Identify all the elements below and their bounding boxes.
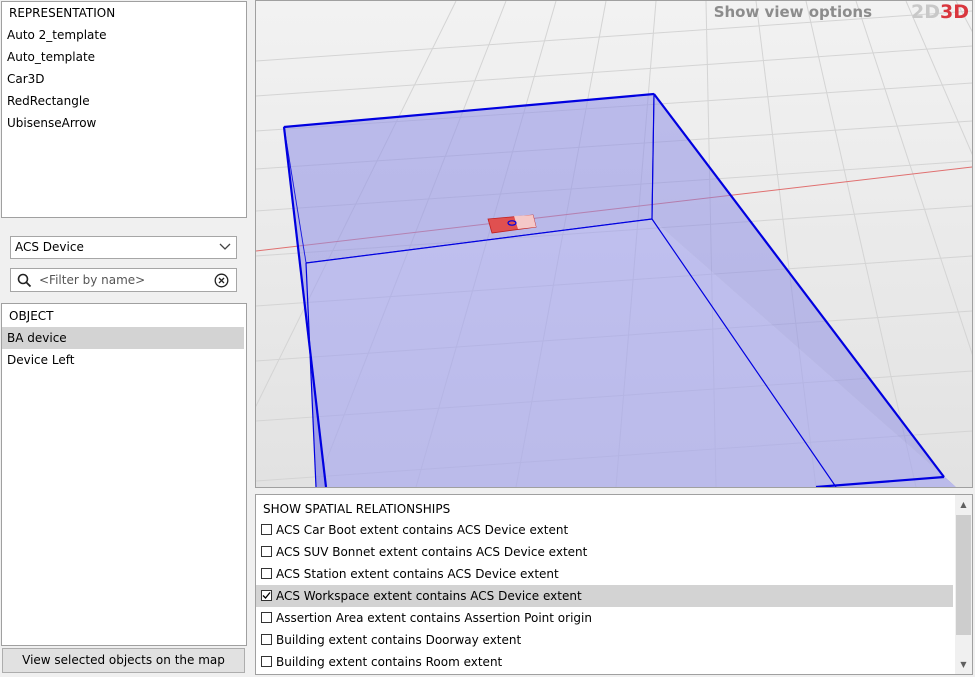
relationship-row[interactable]: ACS SUV Bonnet extent contains ACS Devic… bbox=[256, 541, 953, 563]
representation-panel: REPRESENTATION Auto 2_template Auto_temp… bbox=[1, 1, 247, 218]
type-select-value: ACS Device bbox=[15, 240, 84, 254]
object-header: OBJECT bbox=[9, 309, 54, 323]
view-options-link[interactable]: Show view options bbox=[714, 3, 872, 21]
relationship-label: Building extent contains Doorway extent bbox=[276, 633, 522, 647]
spatial-relationships-panel: SHOW SPATIAL RELATIONSHIPS ACS Car Boot … bbox=[255, 494, 973, 675]
list-item[interactable]: Car3D bbox=[2, 68, 246, 90]
relationship-checkbox[interactable] bbox=[261, 524, 272, 535]
scene-3d[interactable] bbox=[256, 1, 972, 487]
list-item[interactable]: BA device bbox=[2, 327, 244, 349]
relationship-checkbox[interactable] bbox=[261, 590, 272, 601]
relationship-row[interactable]: ACS Station extent contains ACS Device e… bbox=[256, 563, 953, 585]
relationship-row[interactable]: Assertion Area extent contains Assertion… bbox=[256, 607, 953, 629]
relationship-checkbox[interactable] bbox=[261, 656, 272, 667]
map-viewport[interactable]: Show view options 2D 3D bbox=[255, 0, 973, 488]
relationship-label: ACS SUV Bonnet extent contains ACS Devic… bbox=[276, 545, 588, 559]
mode-2d-toggle[interactable]: 2D bbox=[911, 1, 940, 23]
relationship-label: Assertion Area extent contains Assertion… bbox=[276, 611, 592, 625]
spatial-header: SHOW SPATIAL RELATIONSHIPS bbox=[263, 502, 451, 516]
representation-header: REPRESENTATION bbox=[9, 6, 116, 20]
list-item[interactable]: Auto_template bbox=[2, 46, 246, 68]
relationship-row[interactable]: Building extent contains Doorway extent bbox=[256, 629, 953, 651]
filter-input[interactable] bbox=[39, 271, 199, 289]
filter-box bbox=[10, 268, 237, 292]
relationship-row[interactable]: ACS Workspace extent contains ACS Device… bbox=[256, 585, 953, 607]
search-icon bbox=[17, 273, 32, 291]
relationship-row[interactable]: ACS Car Boot extent contains ACS Device … bbox=[256, 519, 953, 541]
view-on-map-button[interactable]: View selected objects on the map bbox=[2, 648, 245, 673]
relationship-checkbox[interactable] bbox=[261, 568, 272, 579]
relationship-label: ACS Car Boot extent contains ACS Device … bbox=[276, 523, 569, 537]
relationship-label: ACS Station extent contains ACS Device e… bbox=[276, 567, 559, 581]
relationship-label: ACS Workspace extent contains ACS Device… bbox=[276, 589, 582, 603]
checkmark-icon bbox=[262, 592, 271, 599]
mode-3d-toggle[interactable]: 3D bbox=[940, 1, 969, 23]
list-item[interactable]: Device Left bbox=[2, 349, 246, 371]
list-item[interactable]: RedRectangle bbox=[2, 90, 246, 112]
vertical-scrollbar[interactable]: ▲ ▼ bbox=[955, 495, 972, 674]
list-item[interactable]: UbisenseArrow bbox=[2, 112, 246, 134]
object-panel: OBJECT BA device Device Left bbox=[1, 303, 247, 646]
chevron-down-icon bbox=[219, 237, 231, 258]
type-select[interactable]: ACS Device bbox=[10, 236, 237, 259]
relationship-row[interactable]: Building extent contains Room extent bbox=[256, 651, 953, 673]
relationship-label: Building extent contains Room extent bbox=[276, 655, 503, 669]
scrollbar-thumb[interactable] bbox=[956, 515, 971, 635]
clear-circle-x-icon[interactable] bbox=[214, 273, 229, 291]
scroll-up-icon[interactable]: ▲ bbox=[955, 496, 972, 513]
relationship-checkbox[interactable] bbox=[261, 546, 272, 557]
relationship-checkbox[interactable] bbox=[261, 612, 272, 623]
scroll-down-icon[interactable]: ▼ bbox=[955, 656, 972, 673]
list-item[interactable]: Auto 2_template bbox=[2, 24, 246, 46]
relationship-checkbox[interactable] bbox=[261, 634, 272, 645]
